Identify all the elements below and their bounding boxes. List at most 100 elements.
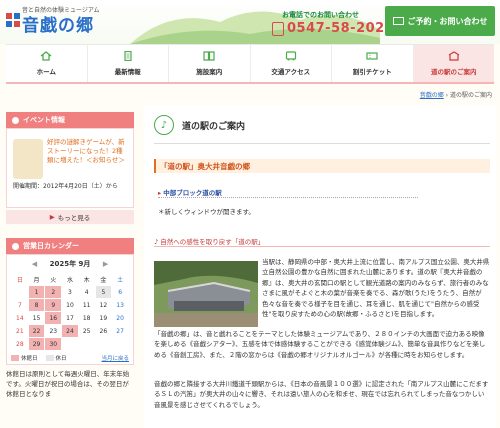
closing-note: 休館日は原則として毎週火曜日、年末年始です。火曜日が祝日の場合は、その翌日が休館… [6, 370, 130, 398]
breadcrumb-current: 道の駅のご案内 [449, 92, 492, 99]
calendar-day[interactable]: 14 [11, 311, 29, 325]
calendar-day[interactable]: 30 [44, 337, 63, 351]
nav-home[interactable]: ホーム [6, 45, 88, 82]
phone-number[interactable]: 0547-58-2021 [287, 21, 394, 36]
calendar-weekday-row: 日月火水木金土 [11, 272, 129, 286]
calendar-week: 14 15 16 17 18 19 20 [11, 311, 129, 325]
nav-ticket[interactable]: 割引チケット [332, 45, 414, 82]
museum-paragraph: 「音戯の郷」は、音と戯れることをテーマとした体験ミュージアムであり、２８０インチ… [154, 330, 486, 359]
site-header: 音と自然の体験ミュージアム 音戯の郷 お電話でのお問い合わせ 0547-58-2… [0, 0, 500, 44]
reserve-button[interactable]: ご予約・お問い合わせ [385, 6, 495, 36]
weekday-label: 日 [11, 272, 29, 286]
event-thumbnail [13, 139, 43, 179]
calendar-day[interactable]: 16 [44, 311, 63, 325]
nav-label: 道の駅のご案内 [431, 68, 477, 76]
intro-paragraph: 当駅は、静岡県の中部・奥大井上流に位置し、南アルプス国立公園、奥大井県立自然公園… [262, 258, 490, 319]
nav-station[interactable]: 道の駅のご案内 [413, 45, 494, 82]
calendar-day [111, 337, 129, 351]
calendar-day[interactable]: 11 [77, 298, 96, 312]
nav-label: 交通アクセス [271, 68, 311, 76]
main-nav: ホーム 最新情報 施設案内 交通アクセス 割引チケット 道の駅のご案内 [6, 44, 494, 84]
calendar-day[interactable]: 29 [27, 337, 46, 351]
event-heading: イベント情報 [6, 112, 134, 128]
calendar-day[interactable]: 23 [44, 324, 63, 338]
calendar-week: 7 8 9 10 11 12 13 [11, 298, 129, 312]
reserve-button-label: ご予約・お問い合わせ [407, 16, 488, 26]
calendar-day [11, 285, 29, 299]
section-subtitle: ♪ 自然への感性を取り戻す「道の駅」 [154, 238, 265, 246]
contact-note: お電話でのお問い合わせ [282, 11, 359, 19]
phone-icon [272, 21, 284, 36]
calendar-week: 21 22 23 24 25 26 27 [11, 324, 129, 338]
arrow-right-icon: ▸ [158, 189, 162, 197]
calendar-day[interactable]: 15 [27, 311, 46, 325]
page-title-row: ♪ 道の駅のご案内 [154, 115, 245, 135]
calendar-day[interactable]: 9 [44, 298, 63, 312]
calendar-week: 28 29 30 [11, 337, 129, 351]
prev-month-icon[interactable]: ◀ [32, 260, 37, 268]
calendar-legend: 休館日 休日 当月に戻る [11, 354, 129, 362]
calendar-day[interactable]: 1 [27, 285, 46, 299]
weekday-label: 金 [94, 272, 113, 286]
site-logo[interactable]: 音戯の郷 [22, 11, 94, 36]
calendar-day[interactable]: 3 [61, 285, 79, 299]
bus-icon [285, 51, 296, 61]
calendar-day[interactable]: 4 [77, 285, 96, 299]
calendar-link[interactable]: 当月に戻る [101, 354, 129, 362]
bullet-icon [12, 116, 19, 124]
calendar: ◀ 2025年 9月 ▶ 日月火水木金土 1 2 3 4 5 6 7 8 9 10 11 12 13 14 1… [6, 254, 134, 365]
breadcrumb: 音戯の郷 › 道の駅のご案内 [420, 90, 492, 99]
sub-heading[interactable]: ▸ 中部ブロック道の駅 [158, 187, 222, 197]
calendar-day[interactable]: 20 [111, 311, 129, 325]
weekday-label: 水 [61, 272, 79, 286]
calendar-heading: 営業日カレンダー [6, 238, 134, 254]
calendar-day[interactable]: 27 [111, 324, 129, 338]
calendar-grid: 日月火水木金土 1 2 3 4 5 6 7 8 9 10 11 12 13 14 15 16 17 18 19 20 21… [11, 272, 129, 351]
calendar-day[interactable]: 5 [94, 285, 113, 299]
calendar-day[interactable]: 12 [94, 298, 113, 312]
ticket-icon [366, 52, 378, 60]
nav-label: 割引チケット [352, 68, 392, 76]
calendar-day[interactable]: 21 [11, 324, 29, 338]
nav-news[interactable]: 最新情報 [88, 45, 169, 82]
calendar-day[interactable]: 7 [11, 298, 29, 312]
new-window-note: ＊新しくウィンドウが開きます。 [158, 208, 255, 216]
divider [154, 143, 490, 144]
calendar-day[interactable]: 22 [27, 324, 46, 338]
calendar-day[interactable]: 25 [77, 324, 96, 338]
calendar-day [61, 337, 79, 351]
page-title: 道の駅のご案内 [182, 121, 246, 132]
breadcrumb-home[interactable]: 音戯の郷 [420, 92, 444, 99]
document-icon [124, 51, 132, 61]
divider [154, 246, 490, 247]
phone-row: 0547-58-2021 [272, 21, 394, 36]
calendar-day[interactable]: 26 [94, 324, 113, 338]
calendar-day [77, 337, 96, 351]
main-content: ♪ 道の駅のご案内 「道の駅」奥大井音戯の郷 ▸ 中部ブロック道の駅 ＊新しくウィ… [144, 105, 496, 428]
event-title[interactable]: 好評の謎解きゲームが、新ストーリーになった！2種類に増えた！＜お知らせ＞ [47, 138, 129, 165]
calendar-day[interactable]: 24 [61, 324, 79, 338]
section-title: 「道の駅」奥大井音戯の郷 [154, 159, 490, 173]
more-button[interactable]: ▶ もっと見る [6, 210, 134, 224]
calendar-day[interactable]: 6 [111, 285, 129, 299]
calendar-day[interactable]: 8 [27, 298, 46, 312]
holiday-swatch [45, 355, 54, 361]
nav-label: ホーム [36, 68, 56, 76]
calendar-day[interactable]: 17 [61, 311, 79, 325]
calendar-week: 123456 [11, 285, 129, 299]
event-heading-label: イベント情報 [23, 116, 65, 124]
nav-facility[interactable]: 施設案内 [169, 45, 251, 82]
calendar-day[interactable]: 13 [111, 298, 129, 312]
calendar-day[interactable]: 2 [44, 285, 63, 299]
nav-access[interactable]: 交通アクセス [251, 45, 332, 82]
calendar-day[interactable]: 19 [94, 311, 113, 325]
closed-swatch [11, 355, 19, 361]
event-card[interactable]: 好評の謎解きゲームが、新ストーリーになった！2種類に増えた！＜お知らせ＞ 開催期… [6, 128, 134, 208]
calendar-title-row: ◀ 2025年 9月 ▶ [11, 259, 129, 269]
calendar-heading-label: 営業日カレンダー [23, 242, 79, 250]
next-month-icon[interactable]: ▶ [103, 260, 108, 268]
calendar-day[interactable]: 18 [77, 311, 96, 325]
house-icon [40, 51, 52, 61]
calendar-day[interactable]: 28 [11, 337, 29, 351]
calendar-day[interactable]: 10 [61, 298, 79, 312]
